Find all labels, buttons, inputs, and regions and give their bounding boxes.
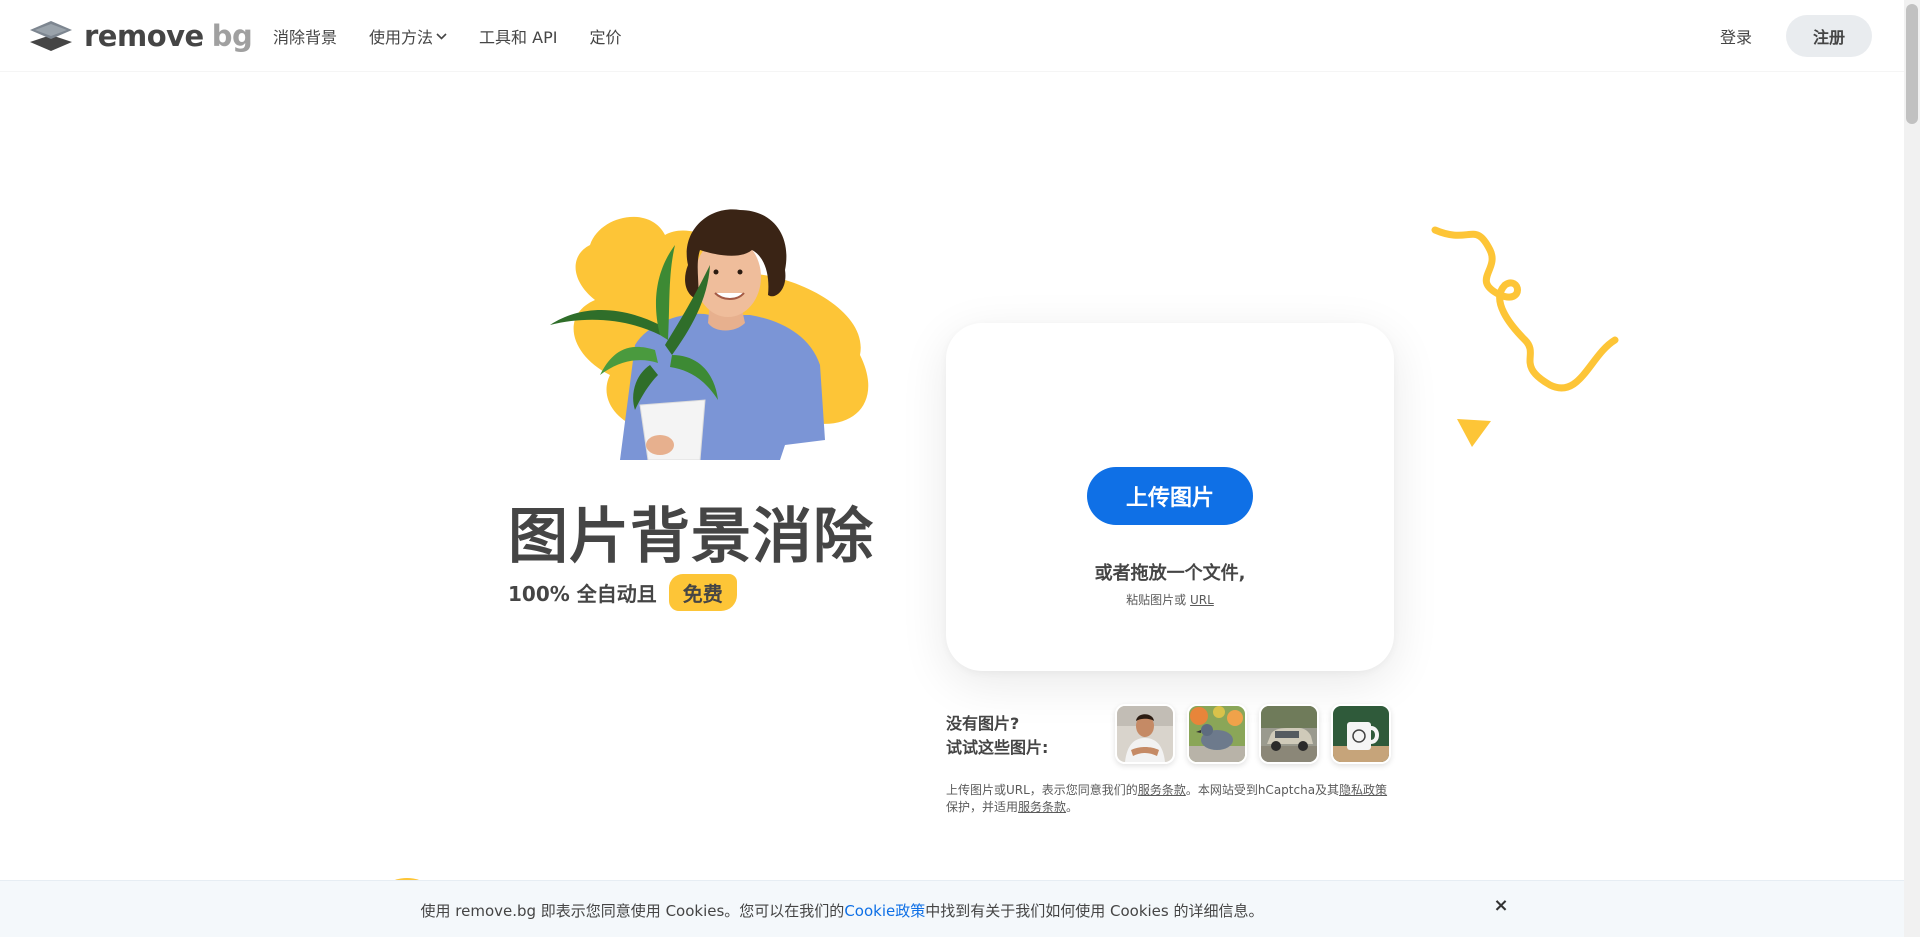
- logo[interactable]: remove bg: [30, 18, 253, 54]
- login-link[interactable]: 登录: [1720, 24, 1752, 48]
- cookie-policy-link[interactable]: Cookie政策: [844, 902, 925, 920]
- paste-hint: 粘贴图片或 URL: [946, 591, 1394, 608]
- sample-prompt: 没有图片? 试试这些图片:: [946, 712, 1048, 760]
- sample-prompt-line1: 没有图片?: [946, 714, 1020, 733]
- nav-how-to-use[interactable]: 使用方法: [369, 24, 447, 48]
- top-navbar: remove bg 消除背景 使用方法 工具和 API 定价 登录 注册: [0, 0, 1904, 72]
- hero-subtitle: 100% 全自动且 免费: [508, 574, 737, 611]
- paste-hint-text: 粘贴图片或: [1126, 593, 1187, 607]
- nav-remove-background[interactable]: 消除背景: [273, 24, 337, 48]
- cookie-text-before: 使用 remove.bg 即表示您同意使用 Cookies。您可以在我们的: [420, 902, 845, 920]
- scrollbar-thumb[interactable]: [1906, 4, 1918, 124]
- nav-tools-api[interactable]: 工具和 API: [479, 24, 557, 48]
- signup-button[interactable]: 注册: [1786, 15, 1872, 57]
- terms-notice: 上传图片或URL，表示您同意我们的服务条款。本网站受到hCaptcha及其隐私政…: [946, 782, 1398, 816]
- cookie-message: 使用 remove.bg 即表示您同意使用 Cookies。您可以在我们的Coo…: [0, 900, 1904, 921]
- logo-word-remove: remove: [84, 19, 204, 53]
- sample-image-bird[interactable]: [1187, 704, 1247, 764]
- scrollbar-track[interactable]: [1904, 0, 1920, 937]
- hero-person-illustration: [550, 209, 869, 460]
- nav-how-to-use-label: 使用方法: [369, 28, 434, 47]
- page: remove bg 消除背景 使用方法 工具和 API 定价 登录 注册 图片背…: [0, 0, 1920, 937]
- sample-image-car[interactable]: [1259, 704, 1319, 764]
- terms-text-4: 。: [1066, 800, 1079, 814]
- terms-text-3: 保护，并适用: [946, 800, 1019, 814]
- upload-dropzone[interactable]: 上传图片 或者拖放一个文件, 粘贴图片或 URL: [946, 323, 1394, 671]
- chevron-down-icon: [436, 32, 447, 40]
- cookie-banner: 使用 remove.bg 即表示您同意使用 Cookies。您可以在我们的Coo…: [0, 880, 1904, 937]
- sample-image-person[interactable]: [1115, 704, 1175, 764]
- upload-image-button[interactable]: 上传图片: [1087, 467, 1253, 525]
- drop-file-text: 或者拖放一个文件,: [1094, 563, 1246, 584]
- terms-text-2: 。本网站受到hCaptcha及其: [1185, 783, 1340, 797]
- hero-subtitle-text: 100% 全自动且: [508, 582, 657, 606]
- logo-word-bg: bg: [211, 19, 253, 53]
- hcaptcha-terms-link[interactable]: 服务条款: [1018, 800, 1066, 814]
- sample-images: [1115, 704, 1403, 764]
- yellow-squiggle-decoration: [1431, 226, 1619, 392]
- hero-title: 图片背景消除: [508, 502, 874, 572]
- terms-text-1: 上传图片或URL，表示您同意我们的: [946, 783, 1138, 797]
- free-badge: 免费: [668, 574, 737, 611]
- sample-prompt-line2: 试试这些图片:: [946, 738, 1049, 757]
- terms-of-service-link[interactable]: 服务条款: [1138, 783, 1186, 797]
- privacy-policy-link[interactable]: 隐私政策: [1339, 783, 1387, 797]
- close-icon[interactable]: ×: [1490, 895, 1512, 917]
- yellow-triangle-decoration: [1457, 419, 1491, 447]
- paste-url-link[interactable]: URL: [1190, 593, 1214, 607]
- sample-image-mug[interactable]: [1331, 704, 1391, 764]
- logo-text: remove bg: [84, 19, 253, 53]
- nav-pricing[interactable]: 定价: [589, 24, 621, 48]
- main-nav: 消除背景 使用方法 工具和 API 定价: [273, 0, 653, 72]
- logo-icon: [30, 21, 72, 51]
- cookie-text-after: 中找到有关于我们如何使用 Cookies 的详细信息。: [925, 902, 1264, 920]
